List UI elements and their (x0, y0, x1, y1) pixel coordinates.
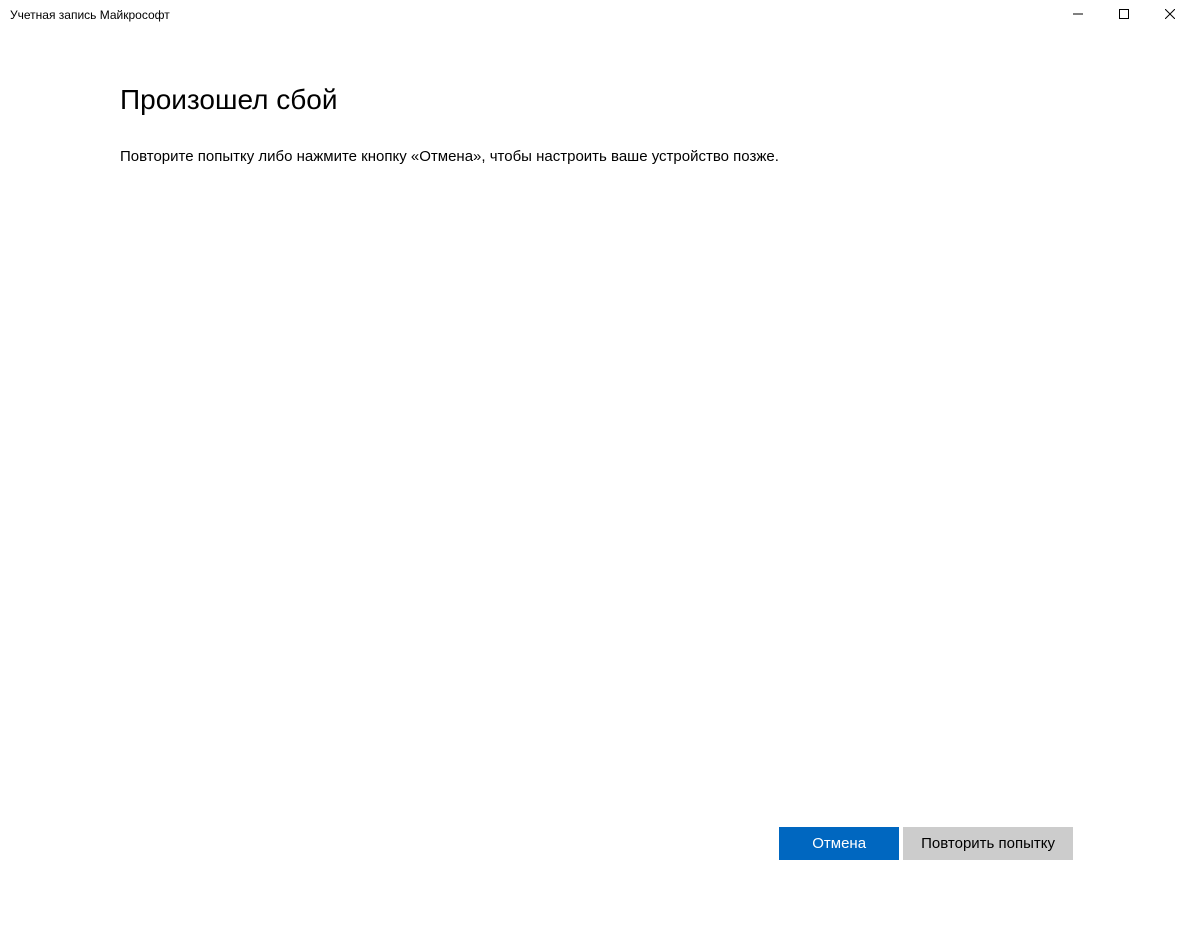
cancel-button[interactable]: Отмена (779, 827, 899, 860)
error-message: Повторите попытку либо нажмите кнопку «О… (120, 146, 1073, 167)
titlebar-controls (1055, 0, 1193, 30)
minimize-button[interactable] (1055, 0, 1101, 30)
minimize-icon (1073, 6, 1083, 24)
close-icon (1165, 6, 1175, 24)
retry-button[interactable]: Повторить попытку (903, 827, 1073, 860)
main-content: Произошел сбой Повторите попытку либо на… (0, 30, 1193, 167)
maximize-icon (1119, 6, 1129, 24)
maximize-button[interactable] (1101, 0, 1147, 30)
footer-buttons: Отмена Повторить попытку (779, 827, 1073, 860)
window-title: Учетная запись Майкрософт (10, 8, 170, 22)
titlebar: Учетная запись Майкрософт (0, 0, 1193, 30)
page-heading: Произошел сбой (120, 84, 1073, 116)
close-button[interactable] (1147, 0, 1193, 30)
